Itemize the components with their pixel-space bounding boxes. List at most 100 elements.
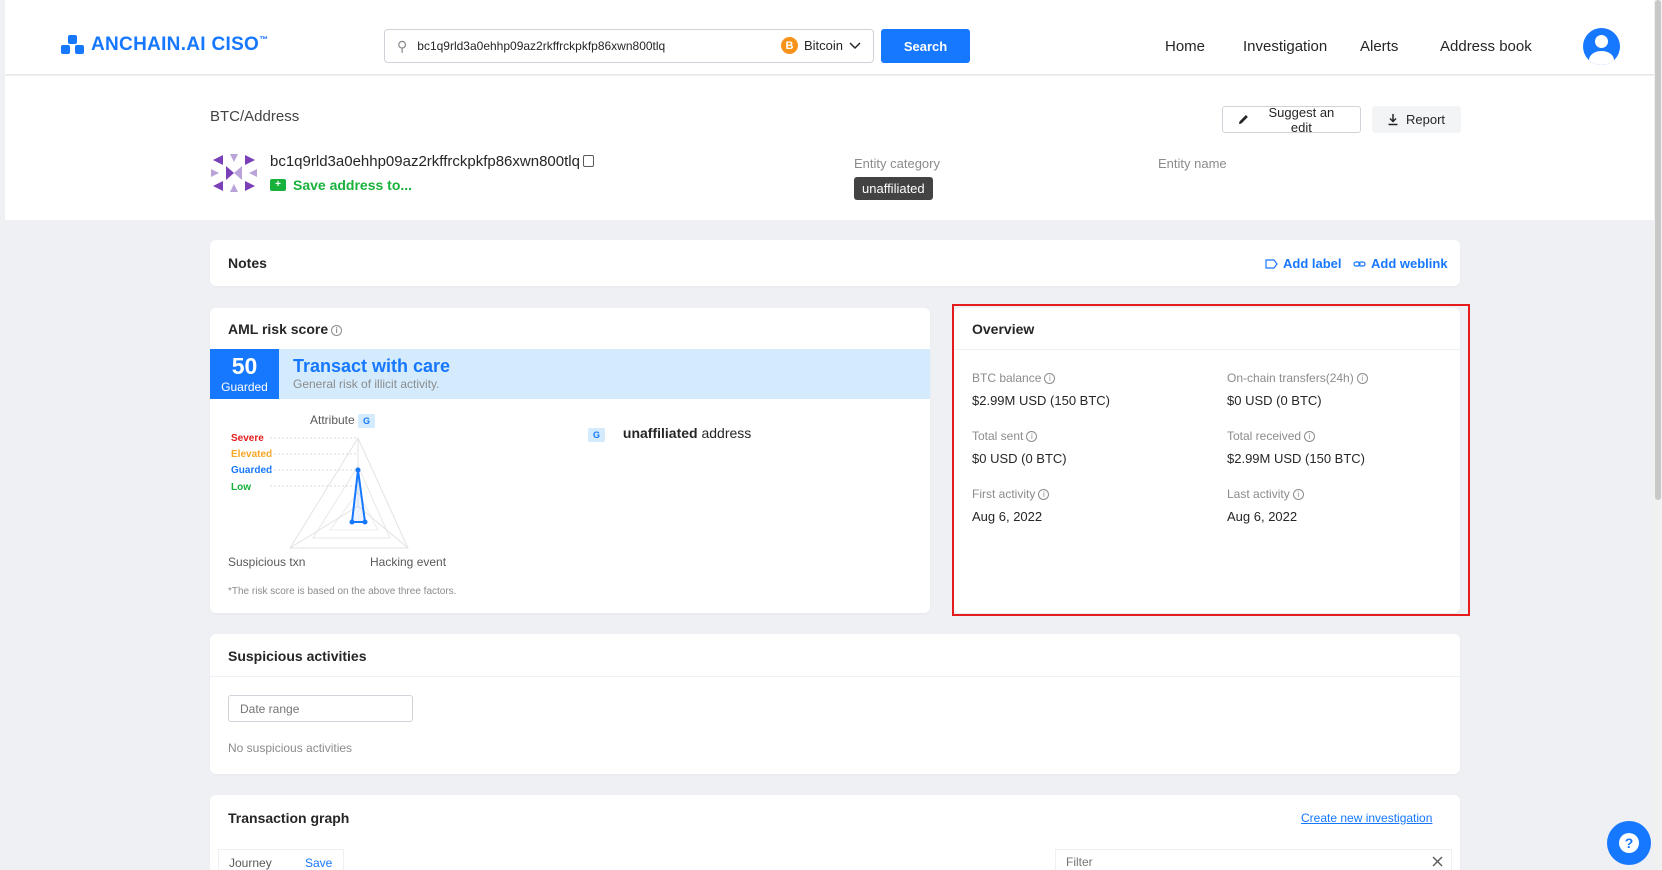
radar-axis-hacking-event: Hacking event <box>370 555 447 569</box>
nav-alerts[interactable]: Alerts <box>1360 38 1398 55</box>
journey-save-button[interactable]: Save <box>305 856 332 870</box>
level-guarded: Guarded <box>231 465 273 476</box>
search-box: ⚲ B Bitcoin <box>384 29 874 63</box>
risk-score-value: 50 <box>231 353 258 379</box>
bitcoin-icon: B <box>780 37 798 54</box>
address-header: BTC/Address Suggest an edit Report bc1q9… <box>5 76 1662 220</box>
level-low: Low <box>231 482 251 493</box>
chevron-down-icon <box>849 41 861 49</box>
save-address-link[interactable]: + Save address to... <box>270 177 412 193</box>
btc-balance-value: $2.99M USD (150 BTC) <box>972 393 1110 408</box>
entity-category-tag: unaffiliated <box>854 177 933 200</box>
factor-badge: G <box>588 428 606 442</box>
attribute-badge: G <box>358 414 376 428</box>
level-severe: Severe <box>231 433 264 444</box>
transaction-graph-card: Transaction graph Create new investigati… <box>210 795 1460 870</box>
logo-trademark: ™ <box>259 34 269 45</box>
search-button[interactable]: Search <box>881 29 970 63</box>
filter-box[interactable] <box>1055 849 1452 870</box>
onchain-transfers-label: On-chain transfers(24h) <box>1227 371 1354 385</box>
risk-subtitle: General risk of illicit activity. <box>293 377 440 391</box>
save-address-label: Save address to... <box>293 177 413 193</box>
date-range-input[interactable] <box>228 695 413 722</box>
info-icon[interactable]: i <box>1026 431 1038 443</box>
nav-address-book[interactable]: Address book <box>1440 38 1532 55</box>
aml-title: AML risk score <box>228 321 329 337</box>
add-weblink-link[interactable]: Add weblink <box>1353 256 1448 271</box>
suggest-edit-label: Suggest an edit <box>1268 104 1335 135</box>
risk-score-box: 50 Guarded <box>210 349 279 399</box>
graph-title: Transaction graph <box>228 810 350 826</box>
btc-balance-label: BTC balance <box>972 371 1042 385</box>
nav-investigation[interactable]: Investigation <box>1243 38 1327 55</box>
info-icon[interactable]: i <box>1292 489 1304 501</box>
risk-band: 50 Guarded Transact with care General ri… <box>210 349 930 399</box>
report-button[interactable]: Report <box>1372 106 1461 133</box>
aml-risk-card: AML risk score i 50 Guarded Transact with… <box>210 308 930 613</box>
first-activity-value: Aug 6, 2022 <box>972 509 1043 524</box>
chain-select-label: Bitcoin <box>803 38 843 53</box>
level-elevated: Elevated <box>231 449 273 460</box>
risk-title: Transact with care <box>293 356 451 376</box>
folder-plus-icon: + <box>270 179 286 191</box>
entity-category-label: Entity category <box>854 156 940 171</box>
last-activity-value: Aug 6, 2022 <box>1227 509 1298 524</box>
question-icon: ? <box>1619 833 1639 853</box>
info-icon[interactable]: i <box>1304 431 1316 443</box>
radar-axis-attribute: Attribute <box>310 413 355 427</box>
suspicious-empty-text: No suspicious activities <box>228 741 353 755</box>
logo-product: CISO <box>211 34 260 55</box>
search-icon: ⚲ <box>397 37 408 54</box>
total-received-label: Total received <box>1227 429 1302 443</box>
logo[interactable]: ANCHAIN.AI CISO™ <box>61 34 268 56</box>
overview-title: Overview <box>972 321 1035 337</box>
notes-card: Notes Add label Add weblink <box>210 240 1460 286</box>
overview-card: Overview BTC balance i $2.99M USD (150 BT… <box>954 308 1460 613</box>
breadcrumb: BTC/Address <box>210 108 300 125</box>
user-avatar[interactable] <box>1583 28 1620 65</box>
info-icon[interactable]: i <box>1038 489 1050 501</box>
risk-footnote: *The risk score is based on the above th… <box>228 586 457 597</box>
radar-axis-suspicious-txn: Suspicious txn <box>228 555 306 569</box>
nav-home[interactable]: Home <box>1165 38 1205 55</box>
create-investigation-link[interactable]: Create new investigation <box>1301 811 1432 825</box>
add-label-link[interactable]: Add label <box>1265 256 1342 271</box>
factor-rest: address <box>701 425 752 441</box>
journey-panel: Journey Save <box>218 849 344 870</box>
scrollbar-thumb[interactable] <box>1655 0 1661 500</box>
add-weblink-text: Add weblink <box>1371 256 1448 271</box>
factor-bold: unaffiliated <box>622 425 698 441</box>
info-icon[interactable]: i <box>1044 373 1056 385</box>
address-value[interactable]: bc1q9rld3a0ehhp09az2rkffrckpkfp86xwn800t… <box>270 153 580 170</box>
copy-icon[interactable] <box>582 155 594 167</box>
entity-name-label: Entity name <box>1158 156 1227 171</box>
risk-score-level: Guarded <box>221 380 268 394</box>
download-icon <box>1388 114 1398 126</box>
total-sent-value: $0 USD (0 BTC) <box>972 451 1067 466</box>
info-icon[interactable]: i <box>331 324 343 336</box>
logo-cubes-icon <box>61 35 85 55</box>
total-received-value: $2.99M USD (150 BTC) <box>1227 451 1365 466</box>
risk-factor-row: G unaffiliated address <box>588 425 751 442</box>
notes-title: Notes <box>228 255 267 271</box>
link-icon <box>1353 260 1366 267</box>
help-button[interactable]: ? <box>1607 821 1651 865</box>
search-input[interactable] <box>417 39 778 53</box>
suggest-edit-button[interactable]: Suggest an edit <box>1222 104 1361 135</box>
report-label: Report <box>1406 112 1446 127</box>
first-activity-label: First activity <box>972 487 1036 501</box>
address-identicon <box>211 154 257 192</box>
chain-select[interactable]: B Bitcoin <box>780 37 861 54</box>
suspicious-activities-card: Suspicious activities No suspicious acti… <box>210 634 1460 774</box>
suspicious-title: Suspicious activities <box>228 648 367 664</box>
close-icon[interactable] <box>1432 856 1443 867</box>
top-navbar: ANCHAIN.AI CISO™ ⚲ B Bitcoin Search Home… <box>5 0 1662 75</box>
total-sent-label: Total sent <box>972 429 1024 443</box>
filter-input[interactable] <box>1066 855 1366 869</box>
add-label-text: Add label <box>1283 256 1342 271</box>
risk-radar-chart <box>270 436 409 549</box>
page-scrollbar[interactable] <box>1654 0 1662 870</box>
tag-icon <box>1265 258 1278 269</box>
onchain-transfers-value: $0 USD (0 BTC) <box>1227 393 1322 408</box>
info-icon[interactable]: i <box>1356 373 1368 385</box>
